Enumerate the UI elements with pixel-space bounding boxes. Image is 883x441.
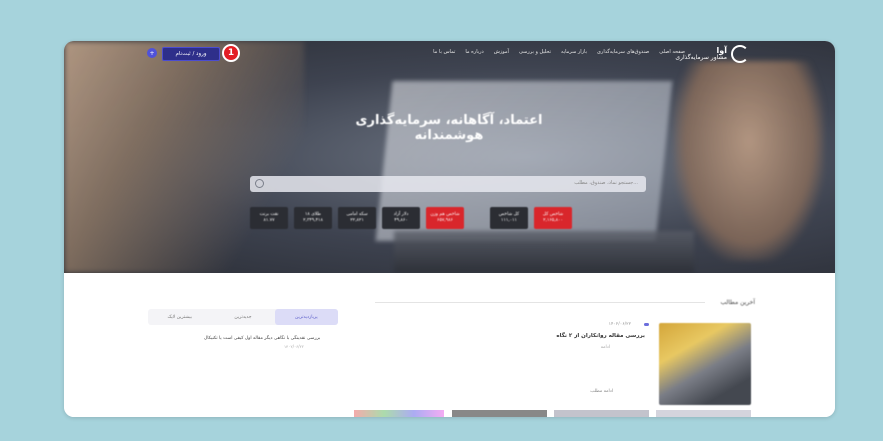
section-title: آخرین مطالب — [720, 299, 755, 306]
main-menu: تماس با ما درباره ما آموزش تحلیل و بررسی… — [433, 49, 685, 55]
article-category-dot — [644, 323, 649, 326]
menu-item-about[interactable]: درباره ما — [465, 49, 483, 55]
indicator-value: ۴۹,۸۶۰ — [394, 218, 408, 223]
site-logo[interactable]: آوا مشاور سرمایه‌گذاری — [675, 45, 749, 63]
side-list-item[interactable]: بررسی نقدینگی با نگاهی دیگر مقاله اول کی… — [204, 336, 320, 341]
browser-frame: آوا مشاور سرمایه‌گذاری تماس با ما درباره… — [64, 41, 835, 417]
hero-background-keyboard — [394, 231, 694, 273]
indicator-value: ۲,۳۴۹,۴۱۸ — [303, 218, 323, 223]
article-tabs: بیشترین لایک جدیدترین پربازدیدترین — [148, 309, 338, 325]
bottom-card-preview[interactable] — [554, 410, 649, 417]
menu-item-home[interactable]: صفحه اصلی — [659, 49, 685, 55]
read-more-link[interactable]: ادامه مطلب — [590, 389, 613, 394]
indicator-chip[interactable]: طلای ۱۸ ۲,۳۴۹,۴۱۸ — [294, 207, 332, 229]
top-navbar: آوا مشاور سرمایه‌گذاری تماس با ما درباره… — [64, 41, 835, 67]
menu-item-contact[interactable]: تماس با ما — [433, 49, 455, 55]
indicator-chip[interactable]: شاخص کل ۲,۱۶۵,۸۰۰ — [534, 207, 572, 229]
hero-background-person — [64, 41, 304, 273]
tab-most-liked[interactable]: بیشترین لایک — [148, 309, 211, 325]
menu-item-education[interactable]: آموزش — [494, 49, 509, 55]
search-icon[interactable] — [255, 179, 264, 188]
article-thumbnail[interactable] — [659, 323, 751, 405]
tab-most-viewed[interactable]: پربازدیدترین — [274, 309, 338, 325]
hero-banner: آوا مشاور سرمایه‌گذاری تماس با ما درباره… — [64, 41, 835, 273]
indicator-value: ۸۱.۷۷ — [263, 218, 275, 223]
bottom-card-preview[interactable] — [452, 410, 547, 417]
content-section: آخرین مطالب ۱۴۰۲/۰۶/۲۲ بررسی مقاله روانک… — [64, 273, 835, 417]
step-number-badge: 1 — [222, 44, 240, 62]
indicator-value: ۶۵۷,۹۸۶ — [437, 218, 453, 223]
indicator-value: ۱۱۱,۰۱۱ — [501, 218, 517, 223]
login-register-button[interactable]: ورود / ثبت‌نام — [162, 47, 220, 61]
article-title[interactable]: بررسی مقاله روانکاران از ۲ نگاه — [556, 333, 645, 339]
indicator-chip[interactable]: دلار آزاد ۴۹,۸۶۰ — [382, 207, 420, 229]
indicator-chip[interactable]: سکه امامی ۲۲,۸۲۱ — [338, 207, 376, 229]
logo-subtitle: مشاور سرمایه‌گذاری — [675, 54, 727, 61]
article-sub-link[interactable]: ادامه — [601, 345, 610, 350]
bottom-card-preview[interactable] — [354, 410, 444, 417]
hero-search-bar[interactable]: جستجو نماد، صندوق، مطلب... — [250, 176, 646, 192]
side-list-date: ۱۴۰۲/۰۶/۲۲ — [284, 344, 304, 349]
bottom-card-preview[interactable] — [656, 410, 751, 417]
menu-item-funds[interactable]: صندوق‌های سرمایه‌گذاری — [597, 49, 649, 55]
article-date: ۱۴۰۲/۰۶/۲۲ — [608, 322, 631, 327]
menu-item-analysis[interactable]: تحلیل و بررسی — [519, 49, 551, 55]
indicator-chip[interactable]: شاخص هم وزن ۶۵۷,۹۸۶ — [426, 207, 464, 229]
indicator-chip[interactable]: نفت برنت ۸۱.۷۷ — [250, 207, 288, 229]
market-indicators: نفت برنت ۸۱.۷۷ طلای ۱۸ ۲,۳۴۹,۴۱۸ سکه اما… — [250, 207, 572, 229]
hero-headline: اعتماد، آگاهانه، سرمایه‌گذاری هوشمندانه — [355, 113, 543, 143]
indicator-value: ۲,۱۶۵,۸۰۰ — [543, 218, 563, 223]
indicator-spacer — [470, 207, 484, 229]
user-icon[interactable]: + — [147, 48, 157, 58]
section-divider — [375, 302, 705, 303]
logo-icon — [731, 45, 749, 63]
search-input[interactable]: جستجو نماد، صندوق، مطلب... — [574, 180, 638, 186]
indicator-value: ۲۲,۸۲۱ — [350, 218, 364, 223]
tab-newest[interactable]: جدیدترین — [211, 309, 274, 325]
hero-background-hand — [674, 61, 824, 261]
indicator-chip[interactable]: کل شاخص ۱۱۱,۰۱۱ — [490, 207, 528, 229]
menu-item-market[interactable]: بازار سرمایه — [561, 49, 587, 55]
